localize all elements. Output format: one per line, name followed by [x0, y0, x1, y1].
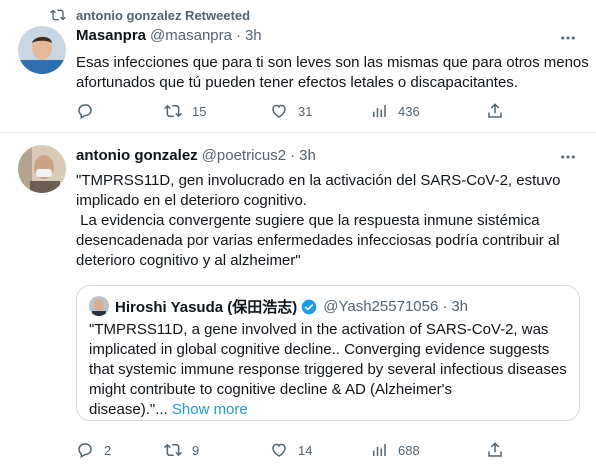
views-icon [373, 444, 386, 456]
tweet-text: "TMPRSS11D, gen involucrado en la activa… [76, 171, 560, 271]
quoted-text-line: that systemic immune response triggered … [89, 361, 567, 378]
heart-icon [272, 104, 286, 118]
reply-button[interactable] [76, 102, 104, 120]
share-button[interactable] [486, 102, 504, 120]
show-more-link[interactable]: Show more [172, 401, 248, 418]
separator-dot: · [290, 147, 296, 164]
more-options-icon[interactable] [558, 28, 578, 48]
quoted-text-line-end: disease)."... [89, 401, 168, 418]
views-count: 436 [398, 103, 420, 119]
tweet-text-line: desencadenada por varias enfermedades in… [76, 232, 560, 249]
reply-icon [78, 443, 92, 459]
retweet-icon [50, 9, 66, 21]
tweet-text-line: afortunados que tú pueden tener efectos … [76, 74, 518, 91]
reply-button[interactable]: 2 [76, 441, 111, 459]
separator-dot: · [235, 27, 241, 44]
quoted-timestamp[interactable]: 3h [451, 298, 468, 315]
user-handle[interactable]: @masanpra [150, 27, 232, 44]
like-button[interactable]: 14 [270, 441, 312, 459]
retweet-count: 9 [192, 442, 200, 458]
retweet-button[interactable]: 9 [164, 441, 199, 459]
like-count: 31 [298, 103, 313, 119]
tweet-text-line: Esas infecciones que para ti son leves s… [76, 54, 589, 71]
quoted-display-name[interactable]: Hiroshi Yasuda (保田浩志) [115, 296, 297, 317]
quoted-avatar[interactable] [89, 296, 109, 316]
views-button[interactable]: 688 [370, 441, 420, 459]
like-button[interactable]: 31 [270, 102, 312, 120]
tweet-text-line: deterioro cognitivo y al alzheimer" [76, 252, 301, 269]
quoted-text: "TMPRSS11D, a gene involved in the activ… [89, 320, 567, 420]
more-options-icon[interactable] [558, 147, 578, 167]
tweet-text: Esas infecciones que para ti son leves s… [76, 53, 589, 93]
display-name[interactable]: antonio gonzalez [76, 147, 198, 164]
verified-badge-icon [301, 299, 317, 314]
share-icon [488, 103, 502, 118]
quoted-text-line: implicated in global cognitive decline..… [89, 341, 550, 358]
views-count: 688 [398, 442, 420, 458]
share-button[interactable] [486, 441, 504, 459]
reply-icon [78, 104, 92, 120]
quoted-text-line: "TMPRSS11D, a gene involved in the activ… [89, 321, 549, 338]
retweet-count: 15 [192, 103, 207, 119]
quoted-tweet-card[interactable]: Hiroshi Yasuda (保田浩志) @Yash25571056 · 3h… [76, 285, 580, 421]
display-name[interactable]: Masanpra [76, 27, 146, 44]
tweet-text-line: La evidencia convergente sugiere que la … [76, 212, 540, 229]
separator-dot: · [442, 298, 448, 315]
retweet-icon [164, 104, 182, 118]
views-button[interactable]: 436 [370, 102, 420, 120]
retweet-icon [164, 443, 182, 457]
like-count: 14 [298, 442, 313, 458]
user-handle[interactable]: @poetricus2 [202, 147, 286, 164]
avatar[interactable] [18, 145, 66, 193]
reply-count: 2 [104, 442, 112, 458]
views-icon [373, 105, 386, 117]
quoted-user-handle[interactable]: @Yash25571056 [323, 298, 438, 315]
retweet-context[interactable]: antonio gonzalez Retweeted [50, 6, 250, 24]
quoted-text-line: disease)."... Show more [89, 400, 567, 420]
share-icon [488, 442, 502, 457]
timestamp[interactable]: 3h [299, 147, 316, 164]
retweeted-tweet[interactable]: antonio gonzalez Retweeted Masanpra @mas… [0, 0, 596, 133]
retweet-button[interactable]: 15 [164, 102, 206, 120]
timestamp[interactable]: 3h [245, 27, 262, 44]
heart-icon [272, 443, 286, 457]
tweet-text-line: implicado en el deterioro cognitivo. [76, 192, 307, 209]
tweet-text-line: "TMPRSS11D, gen involucrado en la activa… [76, 172, 561, 189]
quote-tweet[interactable]: antonio gonzalez @poetricus2 · 3h "TMPRS… [0, 133, 596, 476]
quoted-text-line: might contribute to cognitive decline & … [89, 381, 453, 398]
avatar[interactable] [18, 26, 66, 74]
retweet-label: antonio gonzalez Retweeted [76, 7, 251, 23]
